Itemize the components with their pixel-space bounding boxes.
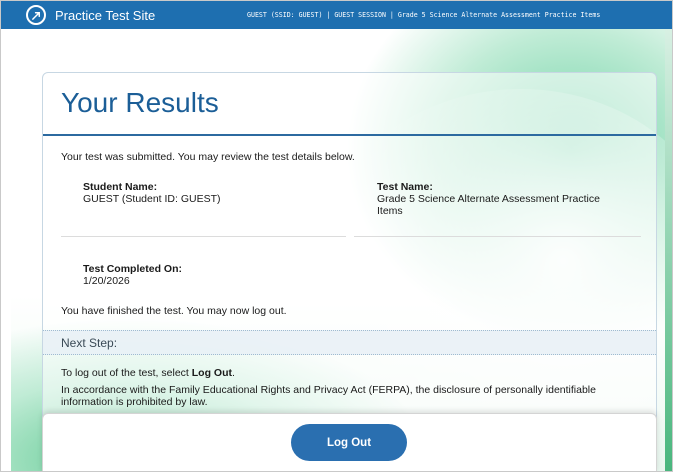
intro-text: Your test was submitted. You may review … xyxy=(61,151,355,163)
logout-instruction: To log out of the test, select Log Out. xyxy=(61,367,235,379)
divider xyxy=(354,236,641,237)
student-name-block: Student Name: GUEST (Student ID: GUEST) xyxy=(83,181,333,205)
app-window: Practice Test Site GUEST (SSID: GUEST) |… xyxy=(0,0,673,472)
test-name-label: Test Name: xyxy=(377,181,433,193)
student-name-value: GUEST (Student ID: GUEST) xyxy=(83,193,221,205)
test-completed-label: Test Completed On: xyxy=(83,263,182,275)
test-name-block: Test Name: Grade 5 Science Alternate Ass… xyxy=(377,181,617,217)
test-completed-value: 1/20/2026 xyxy=(83,275,130,287)
next-step-heading: Next Step: xyxy=(43,330,656,355)
results-header: Your Results xyxy=(43,73,656,136)
side-strip xyxy=(665,29,672,471)
student-name-label: Student Name: xyxy=(83,181,158,193)
ferpa-notice: In accordance with the Family Educationa… xyxy=(61,384,596,408)
logout-emphasis: Log Out xyxy=(191,367,232,379)
page-title: Your Results xyxy=(61,87,219,118)
log-out-button[interactable]: Log Out xyxy=(291,424,407,461)
practice-test-logo-icon xyxy=(26,5,46,25)
finished-message: You have finished the test. You may now … xyxy=(61,305,287,317)
divider xyxy=(61,236,346,237)
test-completed-block: Test Completed On: 1/20/2026 xyxy=(83,263,333,287)
test-name-value: Grade 5 Science Alternate Assessment Pra… xyxy=(377,193,600,217)
session-info: GUEST (SSID: GUEST) | GUEST SESSION | Gr… xyxy=(247,11,601,19)
top-bar: Practice Test Site GUEST (SSID: GUEST) |… xyxy=(1,1,672,29)
footer-bar: Log Out xyxy=(42,413,657,471)
results-card: Your Results Your test was submitted. Yo… xyxy=(42,72,657,471)
site-title: Practice Test Site xyxy=(55,7,156,23)
